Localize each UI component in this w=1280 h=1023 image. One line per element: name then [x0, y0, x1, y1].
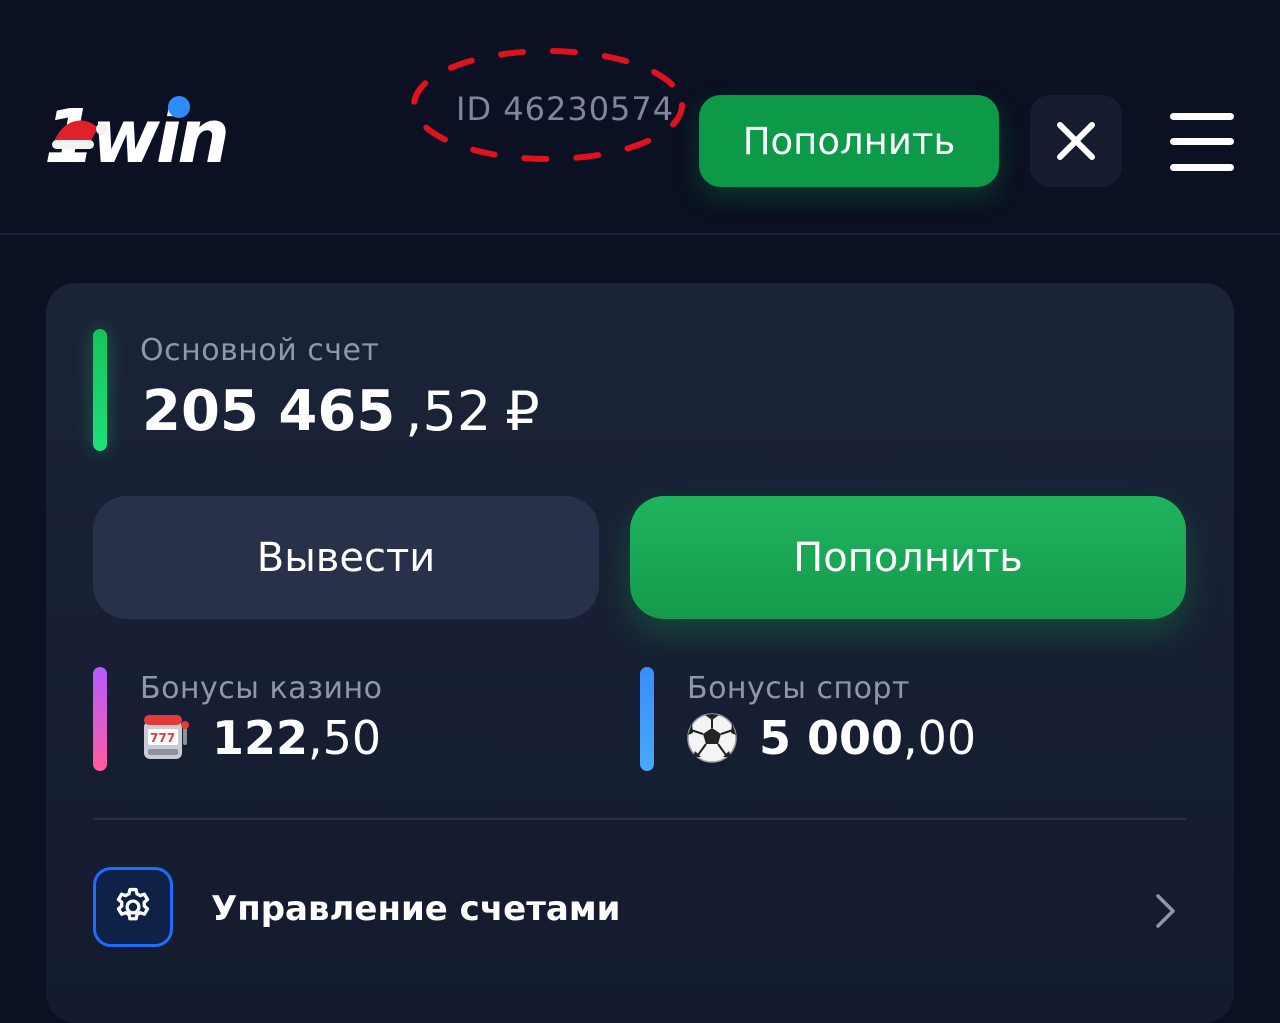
balance-decimal: ,52	[405, 380, 492, 443]
chevron-right-icon	[1156, 894, 1175, 928]
manage-accounts-row[interactable]: Управление счетами	[93, 867, 1186, 951]
balance-card: Основной счет 205 465,52 ₽ Вывести Пополн…	[46, 283, 1234, 1023]
sport-bonus-integer: 5 000	[759, 711, 904, 765]
svg-text:777: 777	[150, 731, 175, 745]
casino-bonus-integer: 122	[212, 711, 309, 765]
hamburger-menu-icon	[1170, 113, 1234, 171]
main-account-indicator	[93, 329, 107, 451]
main-account-label: Основной счет	[140, 333, 380, 368]
sport-bonus-balance: 5 000,00	[685, 711, 976, 765]
sport-bonus-label: Бонусы спорт	[687, 671, 911, 706]
sport-bonus-indicator	[640, 667, 654, 771]
santa-hat-icon	[52, 120, 108, 149]
main-account-balance: 205 465,52 ₽	[142, 379, 540, 444]
withdraw-button[interactable]: Вывести	[93, 496, 599, 619]
currency-symbol: ₽	[505, 380, 540, 443]
topup-button[interactable]: Пополнить	[630, 496, 1186, 619]
top-header: 1win ID 46230574 Пополнить	[0, 0, 1280, 234]
casino-bonus-balance: 777 122,50	[138, 711, 381, 765]
close-button[interactable]	[1030, 95, 1122, 187]
header-divider	[0, 233, 1280, 235]
card-divider	[93, 818, 1186, 820]
manage-accounts-label: Управление счетами	[211, 889, 621, 929]
sport-bonus-decimal: ,00	[903, 711, 977, 765]
account-id-highlight: ID 46230574	[408, 44, 688, 166]
logo-dot	[168, 96, 190, 118]
slot-machine-icon: 777	[144, 715, 189, 759]
casino-bonus-decimal: ,50	[308, 711, 382, 765]
menu-button[interactable]	[1162, 108, 1242, 176]
brand-logo[interactable]: 1win	[40, 88, 270, 188]
casino-bonus-label: Бонусы казино	[140, 671, 383, 706]
topup-button-header[interactable]: Пополнить	[699, 95, 999, 187]
close-icon	[1057, 122, 1095, 160]
soccer-ball-icon	[687, 713, 737, 763]
balance-integer: 205 465	[142, 379, 396, 444]
casino-bonus-indicator	[93, 667, 107, 771]
account-id: ID 46230574	[456, 90, 675, 128]
manage-accounts-icon-box	[93, 867, 173, 947]
gear-icon	[116, 887, 150, 921]
